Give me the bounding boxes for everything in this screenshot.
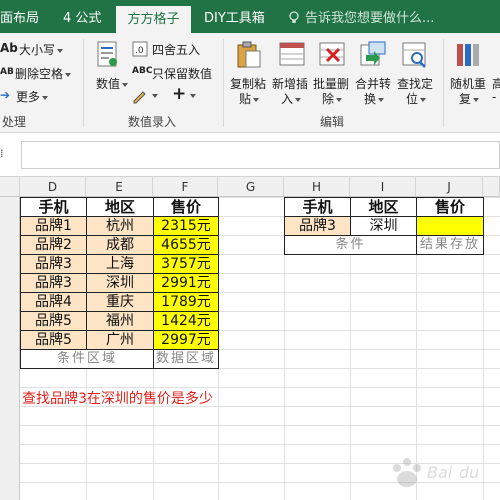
- table-cell-brand[interactable]: 品牌2: [20, 235, 87, 255]
- condition-area-label: 条件区域: [20, 349, 154, 369]
- merge-convert-icon: [360, 41, 386, 66]
- row-header-strip: [0, 177, 20, 500]
- plus-icon[interactable]: +: [172, 84, 186, 104]
- column-header-h[interactable]: H: [284, 177, 350, 197]
- lookup-cell-brand[interactable]: 品牌3: [284, 216, 351, 236]
- tab-diy-toolbox[interactable]: DIY工具箱: [204, 0, 265, 33]
- column-header-g[interactable]: G: [218, 177, 284, 197]
- excel-window: 面布局 4 公式 方方格子 DIY工具箱 告诉我您想要做什么... Ab 大小写…: [0, 0, 500, 500]
- baidu-watermark-logo: Bai du: [393, 458, 479, 487]
- table-header-region[interactable]: 地区: [86, 197, 154, 217]
- table-cell-price[interactable]: 2315元: [153, 216, 219, 236]
- round-button[interactable]: 四舍五入: [152, 41, 200, 58]
- random-repeat-icon: [457, 44, 479, 66]
- find-locate-dropdown[interactable]: 位: [406, 90, 427, 107]
- data-area-label: 数据区域: [153, 349, 219, 369]
- tab-page-layout[interactable]: 面布局: [0, 0, 39, 33]
- tell-me-search[interactable]: 告诉我您想要做什么...: [305, 0, 434, 33]
- column-header-j[interactable]: J: [416, 177, 483, 197]
- lookup-cell-city[interactable]: 深圳: [350, 216, 417, 236]
- new-insert-icon: [279, 42, 305, 66]
- table-cell-brand[interactable]: 品牌5: [20, 330, 87, 350]
- table-cell-price[interactable]: 1789元: [153, 292, 219, 312]
- copy-paste-dropdown[interactable]: 贴: [239, 90, 260, 107]
- lookup-header-region[interactable]: 地区: [350, 197, 417, 217]
- svg-text:.0: .0: [135, 46, 144, 56]
- case-button[interactable]: 大小写: [19, 41, 64, 58]
- lookup-header-phone[interactable]: 手机: [284, 197, 351, 217]
- table-header-price[interactable]: 售价: [153, 197, 219, 217]
- arrow-right-icon: ➔: [0, 88, 11, 102]
- table-cell-city[interactable]: 成都: [86, 235, 154, 255]
- table-cell-brand[interactable]: 品牌3: [20, 254, 87, 274]
- svg-text:du: du: [459, 463, 479, 482]
- round-icon: .0: [132, 41, 148, 57]
- find-locate-icon: [402, 42, 426, 68]
- table-cell-price[interactable]: 2997元: [153, 330, 219, 350]
- formula-bar-menu-icon[interactable]: ⁞: [0, 147, 4, 160]
- delete-space-button[interactable]: 删除空格: [15, 65, 72, 82]
- merge-convert-dropdown[interactable]: 换: [364, 90, 385, 107]
- copy-paste-icon: [237, 41, 261, 68]
- table-cell-city[interactable]: 上海: [86, 254, 154, 274]
- numeric-button[interactable]: 数值: [96, 75, 129, 92]
- table-cell-brand[interactable]: 品牌1: [20, 216, 87, 236]
- column-header-d[interactable]: D: [20, 177, 86, 197]
- batch-delete-dropdown[interactable]: 除: [322, 90, 343, 107]
- numeric-icon: [97, 41, 117, 67]
- keep-numeric-button[interactable]: 只保留数值: [152, 65, 212, 82]
- group-label-edit: 编辑: [320, 115, 345, 129]
- lightbulb-icon: [289, 11, 299, 23]
- task-description: 查找品牌3在深圳的售价是多少: [22, 391, 213, 407]
- table-cell-city[interactable]: 杭州: [86, 216, 154, 236]
- abc-icon: ABC: [132, 66, 153, 76]
- lookup-result-cell[interactable]: [416, 216, 484, 236]
- tab-fangfang-gezi[interactable]: 方方格子: [116, 6, 191, 33]
- random-repeat-dropdown[interactable]: 复: [459, 90, 480, 107]
- column-header-f[interactable]: F: [153, 177, 218, 197]
- group-separator: [443, 39, 444, 127]
- group-label-numeric-entry: 数值录入: [128, 115, 177, 129]
- ribbon-tab-bar: 面布局 4 公式 方方格子 DIY工具箱 告诉我您想要做什么...: [0, 0, 500, 33]
- high-dropdown[interactable]: -: [492, 90, 496, 104]
- table-cell-brand[interactable]: 品牌4: [20, 292, 87, 312]
- group-separator: [83, 39, 84, 127]
- tab-formulas[interactable]: 4 公式: [63, 0, 101, 33]
- formula-input[interactable]: [21, 141, 500, 169]
- table-header-phone[interactable]: 手机: [20, 197, 87, 217]
- batch-delete-icon: [319, 42, 345, 66]
- table-cell-brand[interactable]: 品牌5: [20, 311, 87, 331]
- table-cell-brand[interactable]: 品牌3: [20, 273, 87, 293]
- ab-case-icon: Ab: [0, 41, 18, 55]
- group-label-process: 处理: [2, 115, 27, 129]
- plus-dropdown[interactable]: [188, 88, 196, 102]
- table-cell-city[interactable]: 深圳: [86, 273, 154, 293]
- table-cell-city[interactable]: 重庆: [86, 292, 154, 312]
- new-insert-dropdown[interactable]: 入: [281, 90, 302, 107]
- column-header-i[interactable]: I: [350, 177, 416, 197]
- ab-space-icon: AB: [0, 67, 14, 77]
- table-cell-city[interactable]: 福州: [86, 311, 154, 331]
- lookup-header-price[interactable]: 售价: [416, 197, 484, 217]
- column-header-k[interactable]: [483, 177, 500, 197]
- table-cell-price[interactable]: 4655元: [153, 235, 219, 255]
- select-all-corner[interactable]: [0, 177, 20, 197]
- svg-text:Bai: Bai: [427, 463, 453, 482]
- table-cell-price[interactable]: 2991元: [153, 273, 219, 293]
- table-cell-price[interactable]: 3757元: [153, 254, 219, 274]
- condition-label: 条件: [284, 235, 417, 255]
- group-separator: [223, 39, 224, 127]
- column-header-e[interactable]: E: [86, 177, 153, 197]
- pencil-dropdown[interactable]: [150, 88, 158, 102]
- table-cell-city[interactable]: 广州: [86, 330, 154, 350]
- table-cell-price[interactable]: 1424元: [153, 311, 219, 331]
- formula-bar-area: ⁞: [0, 133, 500, 177]
- result-storage-label: 结果存放: [416, 235, 484, 255]
- ribbon-panel: Ab 大小写 AB 删除空格 ➔ 更多 处理 数值 .0 四舍五入 ABC 只保…: [0, 33, 500, 133]
- pencil-icon: [133, 91, 146, 104]
- more-button[interactable]: 更多: [16, 88, 49, 105]
